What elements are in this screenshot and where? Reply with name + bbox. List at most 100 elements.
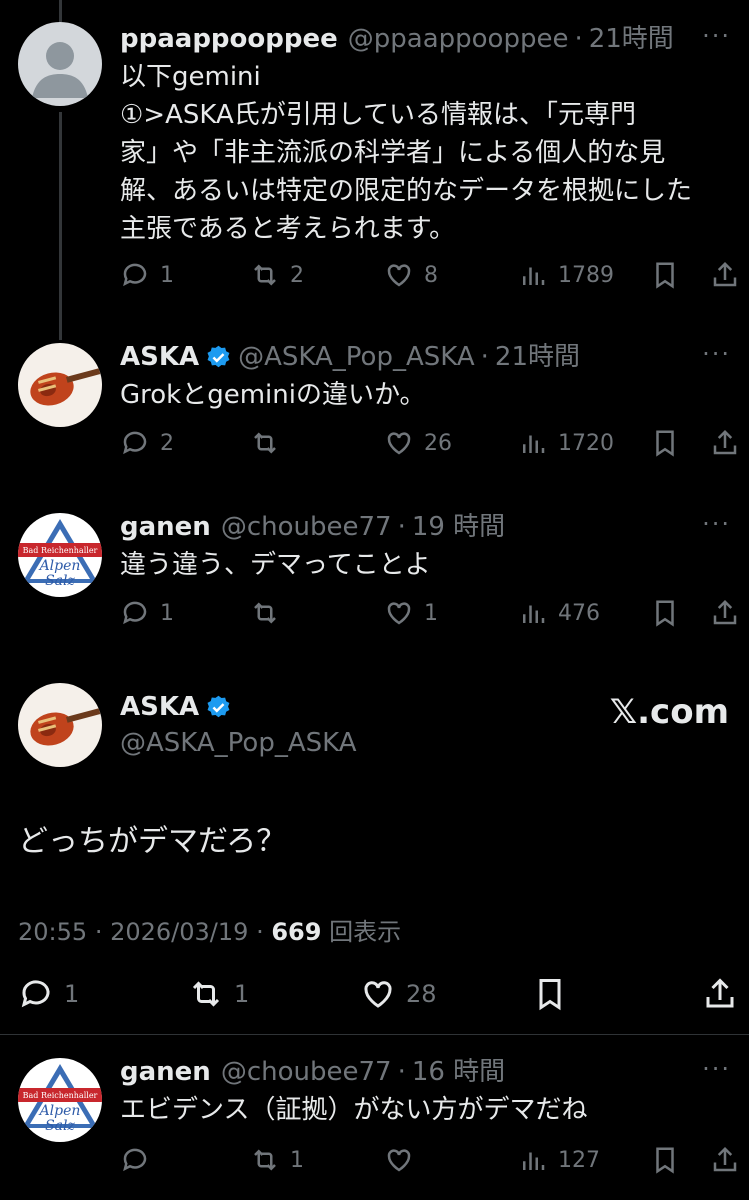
bookmark-button[interactable] <box>650 1145 680 1175</box>
verified-badge-icon <box>207 345 230 367</box>
like-button[interactable] <box>384 1145 424 1175</box>
author-name[interactable]: ppaappooppee <box>120 22 338 56</box>
avatar-alpensalz[interactable]: Bad Reichenhaller Alpen Salz <box>18 1058 102 1142</box>
repost-button[interactable] <box>250 428 290 458</box>
timestamp[interactable]: 21時間 <box>589 22 674 56</box>
tweet-actions: 1 2 8 1789 <box>0 260 749 294</box>
heart-icon <box>387 1149 411 1172</box>
author-handle[interactable]: @ASKA_Pop_ASKA <box>238 340 475 374</box>
timestamp[interactable]: 19 時間 <box>412 510 505 544</box>
bookmark-button[interactable] <box>650 260 680 290</box>
share-button[interactable] <box>710 260 740 290</box>
avatar-alpensalz[interactable]: Bad Reichenhaller Alpen Salz <box>18 513 102 597</box>
repost-button[interactable] <box>250 598 290 628</box>
reply-icon <box>123 601 147 625</box>
reply-count: 1 <box>64 980 80 1008</box>
separator-dot: · <box>574 24 583 54</box>
tweet[interactable]: Bad Reichenhaller Alpen Salz ganen @chou… <box>0 510 749 660</box>
avatar-aska[interactable] <box>18 343 102 427</box>
author-name[interactable]: ganen <box>120 1055 211 1089</box>
separator-dot: · <box>256 918 264 946</box>
repost-button[interactable]: 1 <box>188 976 249 1012</box>
tweet-text: Grokとgeminiの違いか。 <box>120 376 731 414</box>
reply-icon <box>21 980 50 1008</box>
avatar-default[interactable] <box>18 22 102 106</box>
author-handle[interactable]: @choubee77 <box>221 1055 392 1089</box>
share-button[interactable] <box>710 428 740 458</box>
reply-button[interactable]: 1 <box>120 260 174 290</box>
thread-line <box>59 0 62 22</box>
bookmark-button[interactable] <box>650 428 680 458</box>
heart-icon <box>387 602 411 625</box>
more-options-icon[interactable]: ··· <box>702 340 731 368</box>
repost-icon <box>254 602 276 624</box>
like-button[interactable]: 8 <box>384 260 438 290</box>
views-icon <box>523 267 545 285</box>
author-handle[interactable]: @choubee77 <box>221 510 392 544</box>
tweet-text-line: 違う違う、デマってことよ <box>120 550 431 580</box>
more-options-icon[interactable]: ··· <box>702 1055 731 1083</box>
tweet-text-line: ①>ASKA氏が引用している情報は、「元専門 <box>120 100 636 130</box>
verified-badge-icon <box>207 695 230 717</box>
share-button[interactable] <box>702 976 738 1012</box>
repost-count: 1 <box>290 1147 304 1173</box>
reply-button[interactable]: 1 <box>120 598 174 628</box>
author-name[interactable]: ASKA <box>120 340 199 374</box>
bookmark-icon <box>539 979 561 1011</box>
tweet-text-line: 以下gemini <box>120 62 261 92</box>
tweet-actions: 2 26 1720 <box>0 428 749 462</box>
tweet[interactable]: ppaappooppee @ppaappooppee · 21時間 ··· 以下… <box>0 22 749 322</box>
share-button[interactable] <box>710 1145 740 1175</box>
views-icon <box>523 605 545 623</box>
more-options-icon[interactable]: ··· <box>702 22 731 50</box>
logo-text: Bad Reichenhaller <box>23 546 98 555</box>
share-icon <box>713 261 737 287</box>
separator-dot: · <box>397 512 406 542</box>
more-options-icon[interactable]: ··· <box>702 510 731 538</box>
post-date[interactable]: 2026/03/19 <box>110 918 248 946</box>
like-button[interactable]: 1 <box>384 598 438 628</box>
tweet-actions: 1 127 <box>0 1145 749 1179</box>
author-handle[interactable]: @ASKA_Pop_ASKA <box>120 726 357 760</box>
reply-icon <box>123 431 147 455</box>
avatar-aska[interactable] <box>18 683 102 767</box>
alpensalz-logo-icon: Bad Reichenhaller Alpen Salz <box>18 519 102 589</box>
post-time[interactable]: 20:55 <box>18 918 87 946</box>
share-icon <box>713 1146 737 1172</box>
repost-count: 2 <box>290 262 304 288</box>
reply-icon <box>123 263 147 287</box>
tweet[interactable]: ASKA @ASKA_Pop_ASKA · 21時間 ··· Grokとgemi… <box>0 340 749 490</box>
reply-button[interactable]: 2 <box>120 428 174 458</box>
views-count: 1720 <box>558 430 614 456</box>
timestamp[interactable]: 16 時間 <box>412 1055 505 1089</box>
logo-text: Alpen <box>38 1103 81 1119</box>
tweet-text-line: Grokとgeminiの違いか。 <box>120 380 426 410</box>
views-button[interactable]: 127 <box>518 1145 600 1175</box>
like-button[interactable]: 26 <box>384 428 452 458</box>
repost-icon <box>254 432 276 454</box>
reply-button[interactable]: 1 <box>18 976 79 1012</box>
share-button[interactable] <box>710 598 740 628</box>
bookmark-button[interactable] <box>532 976 568 1012</box>
tweet[interactable]: Bad Reichenhaller Alpen Salz ganen @chou… <box>0 1055 749 1200</box>
timestamp[interactable]: 21時間 <box>495 340 580 374</box>
like-button[interactable]: 28 <box>360 976 437 1012</box>
reply-button[interactable] <box>120 1145 160 1175</box>
views-label: 回表示 <box>329 918 402 946</box>
tweet-text: どっちがデマだろ？ <box>18 824 287 859</box>
like-count: 8 <box>424 262 438 288</box>
author-name[interactable]: ganen <box>120 510 211 544</box>
tweet-text: 以下gemini ①>ASKA氏が引用している情報は、「元専門 家」や「非主流派… <box>120 58 731 248</box>
views-button[interactable]: 476 <box>518 598 600 628</box>
heart-icon <box>364 981 392 1008</box>
repost-icon <box>254 264 276 286</box>
repost-button[interactable]: 1 <box>250 1145 304 1175</box>
violin-bass-icon <box>30 708 101 746</box>
repost-button[interactable]: 2 <box>250 260 304 290</box>
divider <box>0 1034 749 1035</box>
author-handle[interactable]: @ppaappooppee <box>348 22 569 56</box>
views-button[interactable]: 1720 <box>518 428 614 458</box>
author-name[interactable]: ASKA <box>120 690 199 724</box>
views-button[interactable]: 1789 <box>518 260 614 290</box>
bookmark-button[interactable] <box>650 598 680 628</box>
